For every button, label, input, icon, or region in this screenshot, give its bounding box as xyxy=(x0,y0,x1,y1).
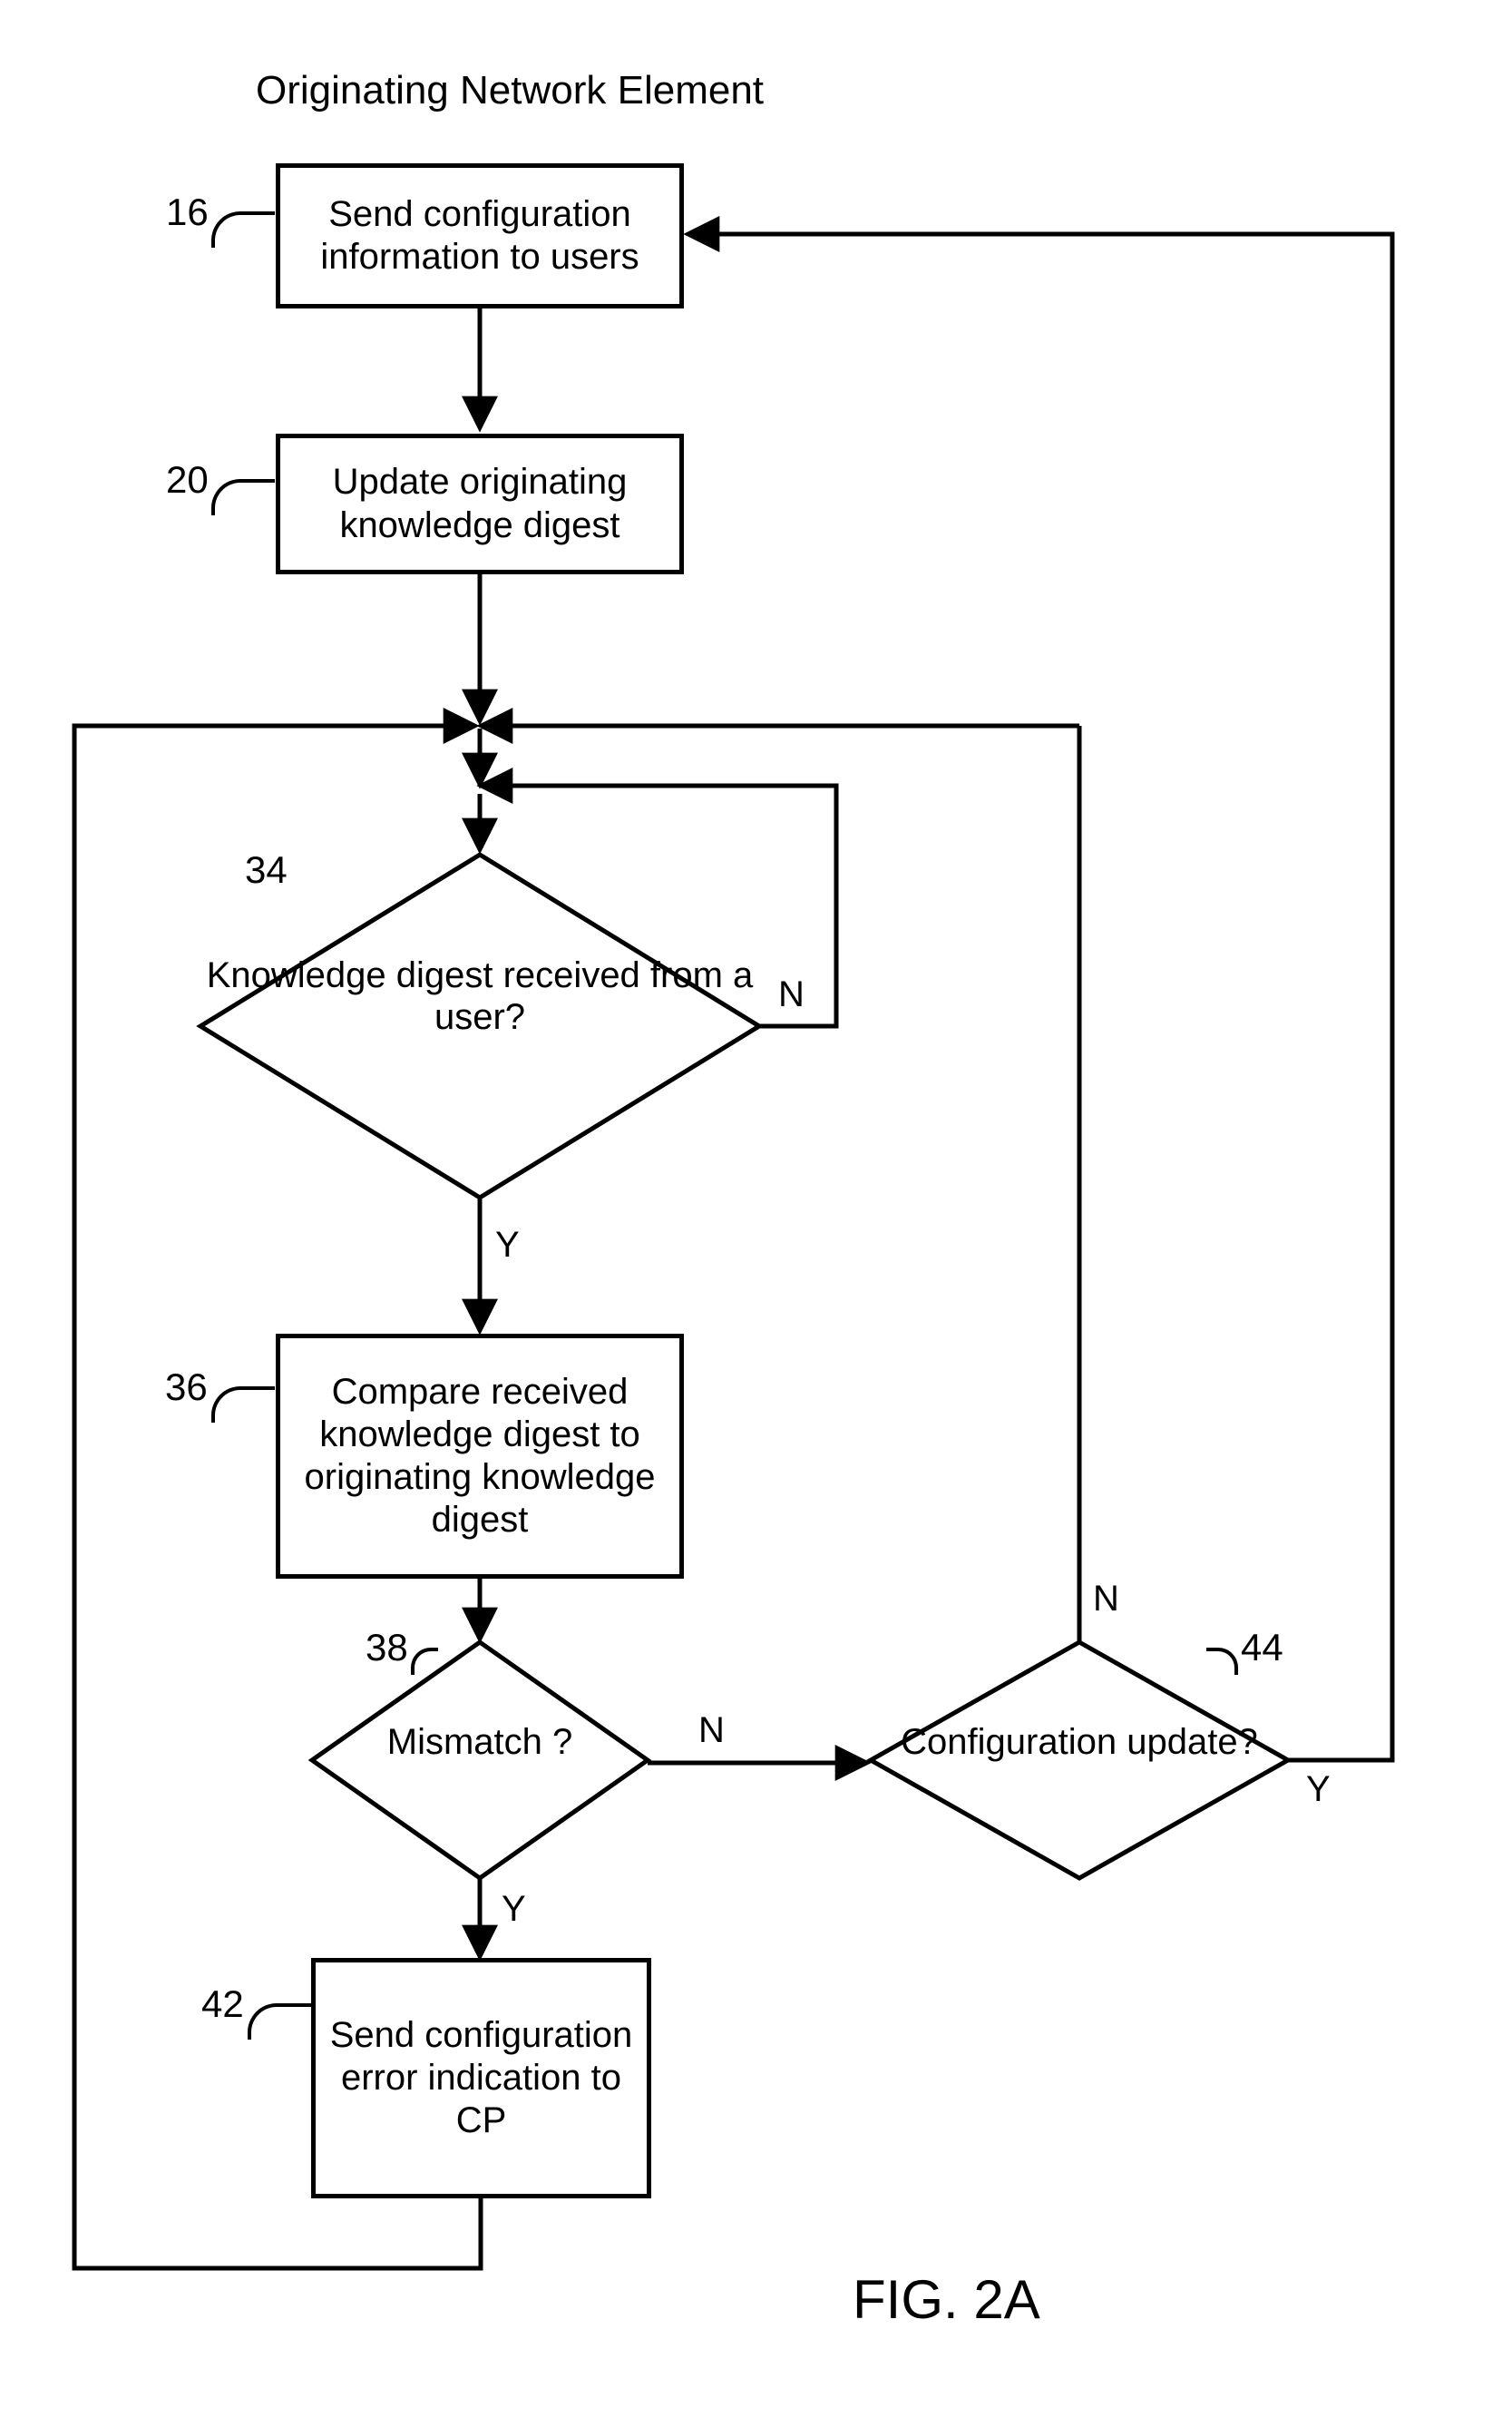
label-d44-yes: Y xyxy=(1306,1769,1331,1810)
flowchart-canvas: Originating Network Element FIG. 2A Send… xyxy=(0,0,1512,2427)
decision-config-update: Configuration update? xyxy=(871,1642,1288,1878)
arrow-42-loop-back xyxy=(74,726,510,2291)
ref-leader-20 xyxy=(211,479,275,515)
ref-44: 44 xyxy=(1241,1626,1283,1669)
label-d38-no: N xyxy=(698,1710,725,1751)
process-box-update-digest: Update originating knowledge digest xyxy=(276,434,684,574)
box-text: Send configuration information to users xyxy=(293,193,667,279)
figure-caption: FIG. 2A xyxy=(853,2268,1040,2331)
arrow-d44-yes-to-16 xyxy=(1288,234,1415,1781)
arrow-d38-no-to-d44 xyxy=(648,1757,874,1774)
ref-leader-16 xyxy=(211,211,275,248)
decision-text: Configuration update? xyxy=(871,1721,1288,1763)
arrow-16-to-20 xyxy=(477,308,486,440)
diagram-title: Originating Network Element xyxy=(256,68,764,113)
arrow-20-to-merge xyxy=(477,574,486,733)
box-text: Update originating knowledge digest xyxy=(293,461,667,546)
ref-16: 16 xyxy=(166,191,209,234)
ref-20: 20 xyxy=(166,458,209,502)
process-box-send-config: Send configuration information to users xyxy=(276,163,684,308)
label-d44-no: N xyxy=(1093,1579,1119,1620)
